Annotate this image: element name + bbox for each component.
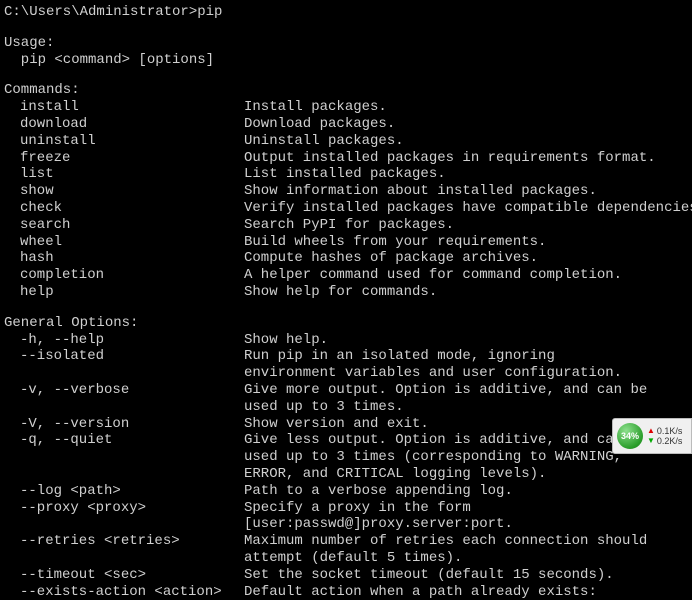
option-desc-cont: used up to 3 times. [4,399,688,416]
option-row: --proxy <proxy>Specify a proxy in the fo… [4,500,688,517]
command-name: check [20,200,244,217]
option-desc: Set the socket timeout (default 15 secon… [244,567,688,584]
options-header: General Options: [4,315,688,332]
network-down-speed: 0.2K/s [657,437,683,446]
option-row: -h, --helpShow help. [4,332,688,349]
command-row: wheelBuild wheels from your requirements… [4,234,688,251]
network-meter-widget[interactable]: 34% ▲ 0.1K/s ▼ 0.2K/s [612,418,692,454]
option-desc-cont: [user:passwd@]proxy.server:port. [4,516,688,533]
option-name: -q, --quiet [20,432,244,449]
options-list: -h, --helpShow help.--isolatedRun pip in… [4,332,688,600]
option-desc: Default action when a path already exist… [244,584,688,600]
option-desc: Specify a proxy in the form [244,500,688,517]
command-name: freeze [20,150,244,167]
command-desc: Verify installed packages have compatibl… [244,200,692,217]
command-name: install [20,99,244,116]
commands-header: Commands: [4,82,688,99]
option-name: --retries <retries> [20,533,244,550]
command-desc: Install packages. [244,99,688,116]
option-desc: Give more output. Option is additive, an… [244,382,688,399]
option-name: --exists-action <action> [20,584,244,600]
command-name: uninstall [20,133,244,150]
option-row: --isolatedRun pip in an isolated mode, i… [4,348,688,365]
command-desc: Search PyPI for packages. [244,217,688,234]
option-name: -V, --version [20,416,244,433]
option-row: --exists-action <action>Default action w… [4,584,688,600]
command-row: completionA helper command used for comm… [4,267,688,284]
command-name: completion [20,267,244,284]
option-name: -h, --help [20,332,244,349]
option-row: -V, --versionShow version and exit. [4,416,688,433]
command-name: list [20,166,244,183]
network-usage-badge: 34% [617,423,643,449]
option-desc: Show help. [244,332,688,349]
option-desc: Path to a verbose appending log. [244,483,688,500]
usage-header: Usage: [4,35,688,52]
command-name: help [20,284,244,301]
option-name: --proxy <proxy> [20,500,244,517]
option-desc-cont: ERROR, and CRITICAL logging levels). [4,466,688,483]
command-desc: Build wheels from your requirements. [244,234,688,251]
option-desc-cont: attempt (default 5 times). [4,550,688,567]
command-desc: List installed packages. [244,166,688,183]
usage-line: pip <command> [options] [4,52,688,69]
command-desc: Show help for commands. [244,284,688,301]
command-row: hashCompute hashes of package archives. [4,250,688,267]
command-row: searchSearch PyPI for packages. [4,217,688,234]
option-name: --isolated [20,348,244,365]
prompt-line: C:\Users\Administrator>pip [4,4,688,21]
command-row: installInstall packages. [4,99,688,116]
option-row: --retries <retries>Maximum number of ret… [4,533,688,550]
command-row: uninstallUninstall packages. [4,133,688,150]
option-name: -v, --verbose [20,382,244,399]
command-name: wheel [20,234,244,251]
command-name: download [20,116,244,133]
option-name: --timeout <sec> [20,567,244,584]
command-row: freezeOutput installed packages in requi… [4,150,688,167]
command-desc: A helper command used for command comple… [244,267,688,284]
command-row: checkVerify installed packages have comp… [4,200,688,217]
command-desc: Show information about installed package… [244,183,688,200]
command-name: hash [20,250,244,267]
command-row: downloadDownload packages. [4,116,688,133]
option-desc-cont: environment variables and user configura… [4,365,688,382]
commands-list: installInstall packages.downloadDownload… [4,99,688,301]
command-desc: Uninstall packages. [244,133,688,150]
option-desc-cont: used up to 3 times (corresponding to WAR… [4,449,688,466]
command-name: show [20,183,244,200]
option-row: --log <path>Path to a verbose appending … [4,483,688,500]
network-percent: 34% [621,431,639,442]
command-row: showShow information about installed pac… [4,183,688,200]
command-desc: Compute hashes of package archives. [244,250,688,267]
option-row: -v, --verboseGive more output. Option is… [4,382,688,399]
option-desc: Run pip in an isolated mode, ignoring [244,348,688,365]
terminal-output[interactable]: C:\Users\Administrator>pip Usage: pip <c… [4,4,688,600]
option-row: -q, --quietGive less output. Option is a… [4,432,688,449]
command-name: search [20,217,244,234]
command-row: helpShow help for commands. [4,284,688,301]
option-name: --log <path> [20,483,244,500]
arrow-down-icon: ▼ [647,437,655,445]
option-row: --timeout <sec>Set the socket timeout (d… [4,567,688,584]
command-row: listList installed packages. [4,166,688,183]
network-stats: ▲ 0.1K/s ▼ 0.2K/s [647,427,682,446]
arrow-up-icon: ▲ [647,427,655,435]
command-desc: Output installed packages in requirement… [244,150,688,167]
option-desc: Maximum number of retries each connectio… [244,533,688,550]
command-desc: Download packages. [244,116,688,133]
network-up-speed: 0.1K/s [657,427,683,436]
